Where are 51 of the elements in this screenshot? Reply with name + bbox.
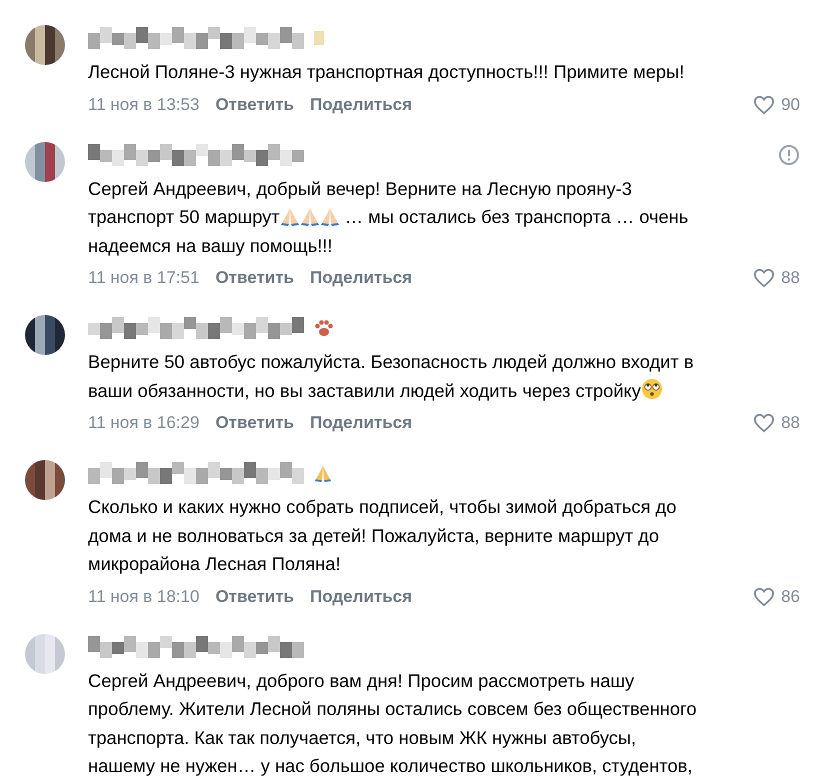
comment-text: транспорт 50 маршрут	[88, 206, 280, 227]
paw-icon	[314, 319, 334, 337]
share-link[interactable]: Поделиться	[310, 94, 412, 114]
like-button[interactable]: 90	[753, 94, 800, 114]
comment-text: Сергей Андреевич, добрый вечер! Верните на Лесную прояну-3	[88, 178, 632, 198]
comment-text: транспорта. Как так получается, что новым ЖК нужны автобусы,	[88, 726, 636, 748]
face-emoji-icon	[640, 378, 663, 400]
like-button[interactable]: 88	[753, 268, 800, 288]
pixelated-name[interactable]	[88, 636, 304, 658]
avatar[interactable]	[25, 142, 65, 182]
reply-link[interactable]: Ответить	[215, 94, 294, 114]
comment-text: Верните 50 автобус пожалуйста. Безопасность людей должно входит в	[88, 351, 694, 372]
comment-text: микрорайона Лесная Поляна!	[88, 553, 341, 574]
like-button[interactable]: 88	[753, 413, 800, 433]
like-button[interactable]: 86	[753, 586, 800, 606]
heart-icon	[753, 268, 776, 288]
comment-text: дома и не волноваться за детей! Пожалуйста, верните маршрут до	[88, 524, 660, 546]
heart-icon	[753, 413, 776, 433]
praying-hands-icon	[300, 206, 320, 226]
comment-date[interactable]: 11 ноя в 16:29	[88, 413, 200, 433]
comment-date[interactable]: 11 ноя в 17:51	[88, 268, 200, 288]
heart-icon	[753, 94, 776, 114]
share-link[interactable]: Поделиться	[310, 268, 412, 288]
comment-text: надеемся на вашу помощь!!!	[88, 234, 332, 256]
emoji-icon	[314, 31, 324, 45]
comment-text: нашему не нужен… у нас большое количество школьников, студентов,	[88, 755, 692, 776]
avatar[interactable]	[25, 315, 65, 355]
comment-text: проблему. Жители Лесной поляны остались совсем без общественного	[88, 698, 696, 719]
pixelated-name[interactable]	[88, 317, 304, 339]
comment-text: ваши обязанности, но вы заставили людей ходить через стройку	[88, 380, 641, 400]
praying-hands-icon	[280, 206, 300, 226]
praying-hands-icon	[320, 206, 340, 226]
pixelated-name[interactable]	[88, 27, 304, 49]
share-link[interactable]: Поделиться	[310, 413, 412, 433]
comment-text: Сколько и каких нужно собрать подписей, чтобы зимой добраться до	[88, 496, 676, 517]
comment-text: … мы остались без транспорта … очень	[344, 206, 688, 227]
report-icon[interactable]	[778, 144, 800, 166]
comment-date[interactable]: 11 ноя в 13:53	[88, 94, 200, 114]
pixelated-name[interactable]	[88, 144, 304, 166]
share-link[interactable]: Поделиться	[310, 586, 412, 606]
reply-link[interactable]: Ответить	[215, 268, 294, 288]
comment-text: Лесной Поляне-3 нужная транспортная доступность!!! Примите меры!	[88, 61, 684, 82]
avatar[interactable]	[25, 25, 65, 65]
comment-text: Сергей Андреевич, доброго вам дня! Просим рассмотреть нашу	[88, 670, 634, 690]
avatar[interactable]	[25, 460, 65, 500]
pixelated-name[interactable]	[88, 462, 304, 484]
reply-link[interactable]: Ответить	[215, 413, 294, 433]
praying-hands-icon	[314, 464, 332, 482]
reply-link[interactable]: Ответить	[215, 586, 294, 606]
heart-icon	[753, 586, 776, 606]
comment-date[interactable]: 11 ноя в 18:10	[88, 586, 200, 606]
